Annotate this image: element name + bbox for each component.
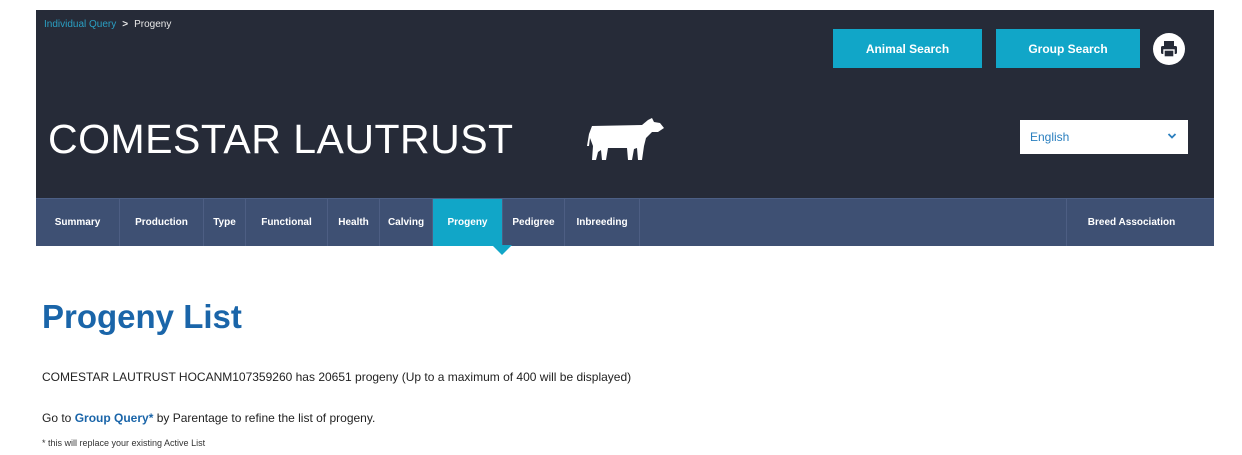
group-search-button[interactable]: Group Search (996, 29, 1140, 68)
tab-production[interactable]: Production (120, 199, 204, 246)
active-list-note: * this will replace your existing Active… (42, 438, 206, 448)
active-tab-pointer (492, 245, 512, 255)
tab-functional[interactable]: Functional (246, 199, 328, 246)
tab-summary[interactable]: Summary (36, 199, 120, 246)
animal-search-button[interactable]: Animal Search (833, 29, 982, 68)
language-select[interactable]: English (1020, 120, 1188, 154)
tab-calving[interactable]: Calving (380, 199, 433, 246)
page-title: COMESTAR LAUTRUST (48, 116, 514, 162)
goto-prefix: Go to (42, 411, 75, 425)
tab-type[interactable]: Type (204, 199, 246, 246)
tab-bar: Summary Production Type Functional Healt… (36, 198, 1214, 246)
breadcrumb-current: Progeny (134, 19, 172, 30)
tab-inbreeding[interactable]: Inbreeding (565, 199, 640, 246)
progeny-list-heading: Progeny List (42, 298, 242, 335)
chevron-down-icon (1167, 133, 1177, 139)
progeny-summary-text: COMESTAR LAUTRUST HOCANM107359260 has 20… (42, 370, 632, 384)
tab-breed-association[interactable]: Breed Association (1066, 199, 1196, 246)
cow-icon (587, 118, 664, 160)
breadcrumb-link-individual-query[interactable]: Individual Query (44, 19, 116, 30)
print-icon (1161, 41, 1177, 58)
goto-suffix: by Parentage to refine the list of proge… (153, 411, 376, 425)
group-query-instruction: Go to Group Query* by Parentage to refin… (42, 411, 375, 425)
group-query-link[interactable]: Group Query* (75, 411, 154, 425)
tab-pedigree[interactable]: Pedigree (503, 199, 565, 246)
print-button[interactable] (1153, 33, 1185, 65)
tab-progeny[interactable]: Progeny (433, 199, 503, 246)
language-selected: English (1030, 130, 1070, 144)
tab-health[interactable]: Health (328, 199, 380, 246)
breadcrumb: Individual Query > Progeny (44, 19, 171, 30)
breadcrumb-separator: > (122, 19, 129, 30)
page-header: Individual Query > Progeny Animal Search G… (36, 10, 1214, 198)
